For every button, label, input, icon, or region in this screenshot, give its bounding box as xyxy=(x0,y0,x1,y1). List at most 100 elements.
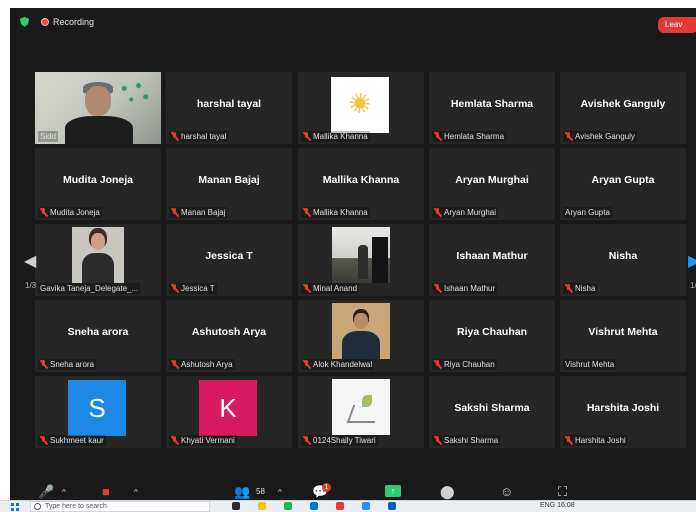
participant-tile[interactable]: S Sukhmeet kaur xyxy=(35,376,161,448)
participant-tile[interactable]: 0124Shaily Tiwari xyxy=(298,376,424,448)
participant-display-name: Avishek Ganguly xyxy=(580,98,666,110)
participant-name: Manan Bajaj xyxy=(181,208,226,217)
taskbar-search-input[interactable]: Type here to search xyxy=(30,501,210,512)
participant-tile[interactable]: Jessica T Jessica T xyxy=(166,224,292,296)
participant-name-label: Mudita Joneja xyxy=(38,207,102,218)
search-icon xyxy=(34,503,41,510)
participant-display-name: Mallika Khanna xyxy=(322,174,400,186)
participant-display-name: Hemlata Sharma xyxy=(450,98,534,110)
security-shield-icon[interactable] xyxy=(20,17,29,27)
participant-tile[interactable]: Sidd xyxy=(35,72,161,144)
participant-name: Harshita Joshi xyxy=(575,436,626,445)
participant-tile[interactable]: Riya Chauhan Riya Chauhan xyxy=(429,300,555,372)
recording-icon xyxy=(41,18,49,26)
audio-options-caret-icon[interactable]: ^ xyxy=(62,488,66,497)
muted-mic-icon xyxy=(303,132,310,141)
participant-name: Sukhmeet kaur xyxy=(50,436,104,445)
participant-tile[interactable]: Mallika Khanna xyxy=(298,72,424,144)
participant-name-label: Gavika Taneja_Delegate_... xyxy=(38,283,141,294)
participants-caret-icon[interactable]: ^ xyxy=(278,488,282,497)
task-view-icon[interactable] xyxy=(232,502,240,510)
muted-mic-icon xyxy=(434,284,441,293)
participant-name-label: Avishek Ganguly xyxy=(563,131,637,142)
participant-tile[interactable]: harshal tayal harshal tayal xyxy=(166,72,292,144)
mute-mic-icon[interactable]: 🎤 xyxy=(38,484,54,500)
stop-video-icon[interactable]: ■ xyxy=(102,484,110,499)
participant-name: Sneha arora xyxy=(50,360,95,369)
participant-tile[interactable]: Manan Bajaj Manan Bajaj xyxy=(166,148,292,220)
leave-button[interactable]: Leav xyxy=(658,17,696,33)
muted-mic-icon xyxy=(565,284,572,293)
participant-tile[interactable]: Avishek Ganguly Avishek Ganguly xyxy=(560,72,686,144)
reactions-icon[interactable]: ☺ xyxy=(500,484,513,499)
participant-name-label: Ishaan Mathur xyxy=(432,283,498,294)
profile-picture xyxy=(332,227,390,283)
participant-name: Ishaan Mathur xyxy=(444,284,496,293)
participant-tile[interactable]: Sneha arora Sneha arora xyxy=(35,300,161,372)
participant-name: Nisha xyxy=(575,284,596,293)
participant-tile[interactable]: Gavika Taneja_Delegate_... xyxy=(35,224,161,296)
participant-tile[interactable]: Alok Khandelwal xyxy=(298,300,424,372)
participant-name: Mudita Joneja xyxy=(50,208,100,217)
participant-tile[interactable]: Ashutosh Arya Ashutosh Arya xyxy=(166,300,292,372)
share-screen-icon[interactable]: ↑ xyxy=(385,485,401,497)
participant-tile[interactable]: Minal Anand xyxy=(298,224,424,296)
participant-name: Sakshi Sharma xyxy=(444,436,499,445)
chrome-icon[interactable] xyxy=(336,502,344,510)
participant-name: Sidd xyxy=(40,132,57,141)
participant-tile[interactable]: Ishaan Mathur Ishaan Mathur xyxy=(429,224,555,296)
participant-name: Mallika Khanna xyxy=(313,208,368,217)
participant-name-label: Aryan Gupta xyxy=(563,207,612,218)
muted-mic-icon xyxy=(40,360,47,369)
muted-mic-icon xyxy=(303,284,310,293)
spotify-icon[interactable] xyxy=(284,502,292,510)
muted-mic-icon xyxy=(171,284,178,293)
muted-mic-icon xyxy=(565,132,572,141)
participant-tile[interactable]: K Khyati Vermani xyxy=(166,376,292,448)
participant-tile[interactable]: Sakshi Sharma Sakshi Sharma xyxy=(429,376,555,448)
participant-name-label: Sidd xyxy=(38,131,59,142)
participant-tile[interactable]: Vishrut Mehta Vishrut Mehta xyxy=(560,300,686,372)
profile-picture xyxy=(72,227,124,283)
video-options-caret-icon[interactable]: ^ xyxy=(134,488,138,497)
edge-icon[interactable] xyxy=(310,502,318,510)
participant-display-name: Nisha xyxy=(608,250,638,262)
muted-mic-icon xyxy=(434,360,441,369)
participant-tile[interactable]: Mudita Joneja Mudita Joneja xyxy=(35,148,161,220)
participant-name-label: Aryan Murghai xyxy=(432,207,499,218)
participant-tile[interactable]: Mallika Khanna Mallika Khanna xyxy=(298,148,424,220)
participant-display-name: Aryan Murghai xyxy=(455,174,529,186)
participant-tile[interactable]: Aryan Gupta Aryan Gupta xyxy=(560,148,686,220)
participant-display-name: Ashutosh Arya xyxy=(191,326,267,338)
zoom-icon[interactable] xyxy=(362,502,370,510)
participant-name: 0124Shaily Tiwari xyxy=(313,436,376,445)
participant-name-label: Sakshi Sharma xyxy=(432,435,501,446)
muted-mic-icon xyxy=(171,208,178,217)
participants-icon[interactable]: 👥 xyxy=(234,484,250,500)
participant-name-label: Minal Anand xyxy=(301,283,360,294)
participant-tile[interactable]: Hemlata Sharma Hemlata Sharma xyxy=(429,72,555,144)
file-explorer-icon[interactable] xyxy=(258,502,266,510)
record-icon[interactable]: ⬤ xyxy=(440,484,455,500)
participant-name: Hemlata Sharma xyxy=(444,132,505,141)
participant-tile[interactable]: Harshita Joshi Harshita Joshi xyxy=(560,376,686,448)
participants-count: 58 xyxy=(256,487,265,496)
participant-tile[interactable]: Aryan Murghai Aryan Murghai xyxy=(429,148,555,220)
avatar: S xyxy=(68,380,126,436)
participant-tile[interactable]: Nisha Nisha xyxy=(560,224,686,296)
recording-label: Recording xyxy=(53,17,95,27)
participant-display-name: Ishaan Mathur xyxy=(456,250,528,262)
participant-name-label: Sukhmeet kaur xyxy=(38,435,106,446)
muted-mic-icon xyxy=(303,208,310,217)
word-icon[interactable] xyxy=(388,502,396,510)
prev-page-arrow-icon[interactable]: ◀ xyxy=(24,251,36,271)
participant-name-label: Vishrut Mehta xyxy=(563,359,617,370)
participant-name-label: Ashutosh Arya xyxy=(169,359,235,370)
windows-start-icon[interactable] xyxy=(11,503,19,511)
muted-mic-icon xyxy=(434,132,441,141)
next-page-arrow-icon[interactable]: ▶ xyxy=(688,251,696,271)
participant-name-label: Hemlata Sharma xyxy=(432,131,507,142)
participant-name: Alok Khandelwal xyxy=(313,360,373,369)
participant-name-label: Khyati Vermani xyxy=(169,435,237,446)
fullscreen-icon[interactable]: ⛶ xyxy=(558,484,567,500)
